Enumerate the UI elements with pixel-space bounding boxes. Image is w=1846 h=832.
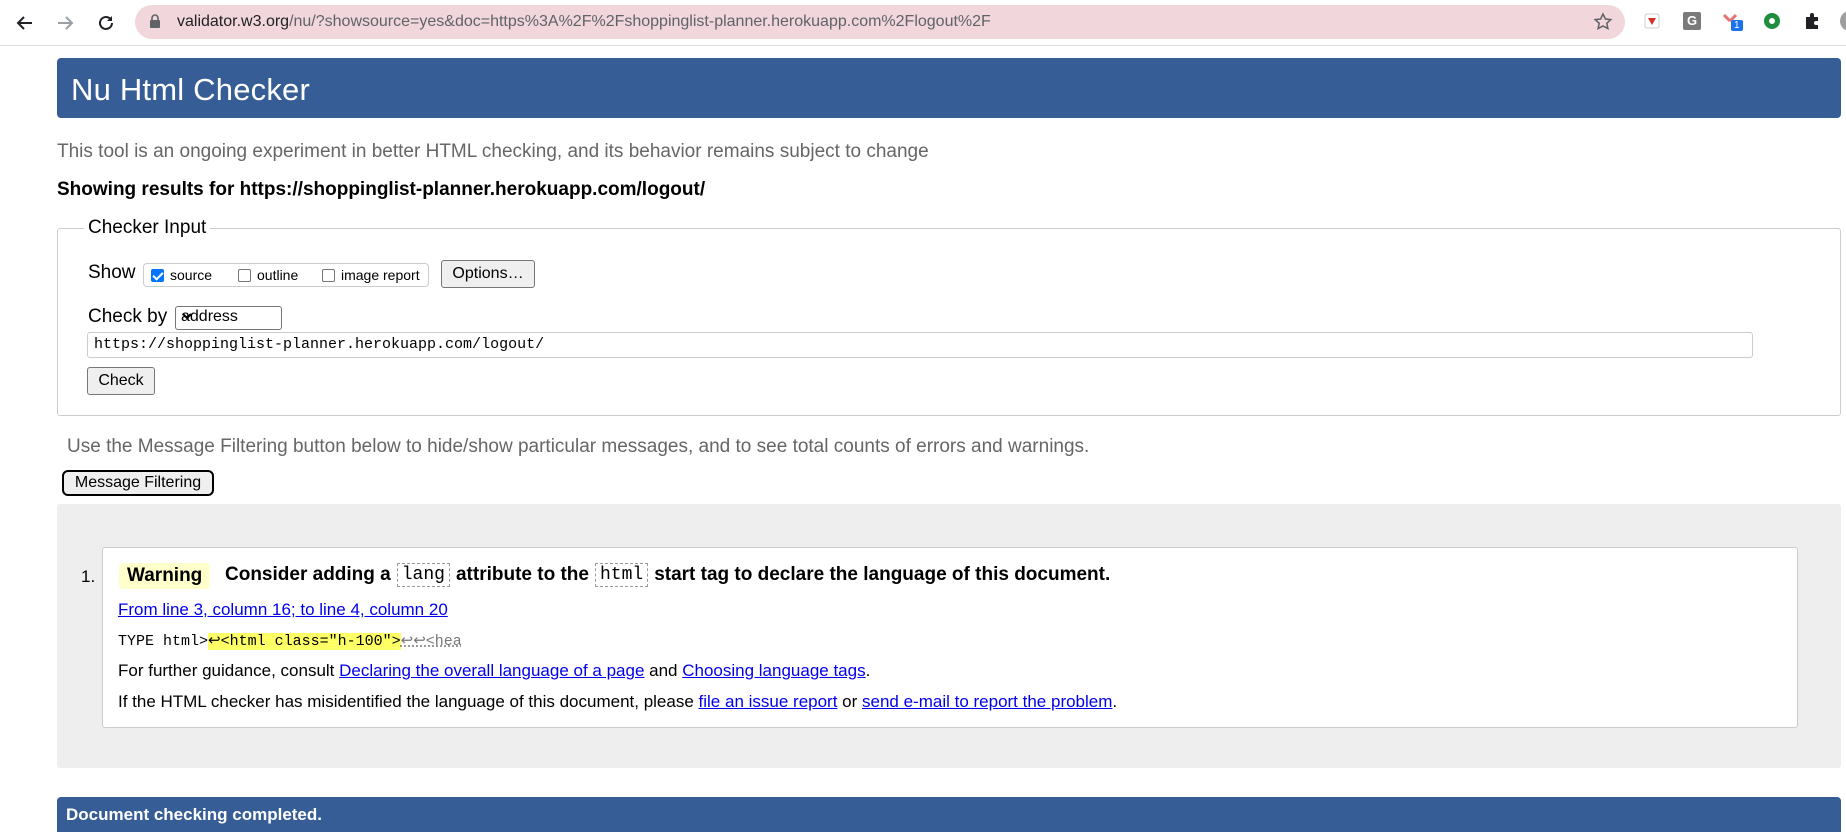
misidentified-text: If the HTML checker has misidentified th… [118, 692, 1117, 712]
page-title: Nu Html Checker [71, 72, 310, 107]
message-number: 1. [81, 567, 96, 586]
extract-post: ↩↩<hea [400, 633, 462, 650]
message-filtering-button[interactable]: Message Filtering [62, 470, 214, 496]
misid-prefix: If the HTML checker has misidentified th… [118, 692, 699, 711]
grammarly-extension-icon[interactable]: G [1681, 10, 1703, 32]
guidance-end: . [865, 661, 871, 680]
issue-report-link[interactable]: file an issue report [699, 692, 838, 711]
image-report-checkbox-box[interactable] [322, 268, 335, 282]
source-checkbox-box[interactable] [151, 268, 164, 282]
outline-checkbox[interactable]: outline [238, 267, 298, 283]
chevron-down-icon [181, 309, 274, 327]
warning-message: Warning Consider adding a lang attribute… [102, 547, 1798, 728]
warning-text-part2: attribute to the [455, 564, 589, 585]
tab-extension-icon[interactable]: 1 [1721, 10, 1743, 32]
check-by-label: Check by [88, 306, 168, 327]
completion-text: Document checking completed. [66, 805, 322, 824]
guidance-prefix: For further guidance, consult [118, 661, 340, 680]
source-checkbox-label: source [170, 267, 213, 283]
avatar[interactable] [1834, 10, 1846, 32]
forward-arrow-icon[interactable] [50, 8, 80, 38]
warning-text-part1: Consider adding a [225, 564, 391, 585]
back-arrow-icon[interactable] [10, 8, 40, 38]
url-host: validator.w3.org [177, 13, 290, 30]
security-extension-icon[interactable] [1761, 10, 1783, 32]
extract-pre: TYPE html> [118, 633, 209, 650]
check-button[interactable]: Check [87, 367, 155, 395]
show-options-group: source outline image report [143, 263, 429, 287]
results-prefix: Showing results for [57, 179, 240, 200]
reload-icon[interactable] [91, 8, 121, 38]
location-link[interactable]: From line 3, column 16; to line 4, colum… [118, 600, 448, 620]
completion-bar: Document checking completed. [57, 797, 1841, 832]
send-email-link[interactable]: send e-mail to report the problem [862, 692, 1112, 711]
html-code: html [594, 563, 649, 587]
guidance-and: and [644, 661, 683, 680]
browser-toolbar: validator.w3.org/nu/?showsource=yes&doc=… [0, 0, 1846, 46]
url-path: /nu/?showsource=yes&doc=https%3A%2F%2Fsh… [289, 13, 991, 30]
misid-or: or [837, 692, 862, 711]
url-text: validator.w3.org/nu/?showsource=yes&doc=… [177, 13, 991, 31]
outline-checkbox-box[interactable] [238, 268, 251, 282]
source-extract: TYPE html>↩<html class="h-100">↩↩<hea [118, 631, 462, 650]
url-input[interactable]: https://shoppinglist-planner.herokuapp.c… [87, 332, 1753, 358]
image-report-checkbox[interactable]: image report [322, 267, 420, 283]
image-report-checkbox-label: image report [341, 267, 420, 283]
checker-input-legend: Checker Input [84, 217, 211, 239]
outline-checkbox-label: outline [257, 267, 299, 283]
warning-text: Consider adding a lang attribute to the … [225, 563, 1110, 587]
check-by-select[interactable]: address [175, 306, 282, 330]
lock-icon [149, 14, 161, 34]
filter-hint: Use the Message Filtering button below t… [67, 436, 1090, 457]
intro-text: This tool is an ongoing experiment in be… [57, 141, 929, 162]
warning-text-part3: start tag to declare the language of thi… [654, 564, 1111, 585]
page-banner: Nu Html Checker [57, 58, 1841, 118]
declaring-language-link[interactable]: Declaring the overall language of a page [339, 661, 644, 680]
grammarly-letter: G [1687, 13, 1698, 28]
options-button[interactable]: Options… [441, 260, 535, 288]
address-bar[interactable]: validator.w3.org/nu/?showsource=yes&doc=… [135, 5, 1625, 39]
lang-code: lang [396, 563, 450, 587]
extension-badge: 1 [1731, 20, 1743, 31]
puzzle-icon[interactable] [1801, 10, 1823, 32]
shield-extension-icon[interactable] [1641, 10, 1663, 32]
star-icon[interactable] [1593, 12, 1613, 37]
results-url: https://shoppinglist-planner.herokuapp.c… [239, 179, 706, 200]
misid-end: . [1112, 692, 1118, 711]
guidance-text: For further guidance, consult Declaring … [118, 661, 870, 681]
url-input-value: https://shoppinglist-planner.herokuapp.c… [94, 336, 545, 353]
checker-input-fieldset: Checker Input Show source outline image … [57, 217, 1841, 416]
extract-highlight: ↩<html class="h-100"> [208, 633, 401, 650]
choosing-tags-link[interactable]: Choosing language tags [682, 661, 865, 680]
source-checkbox[interactable]: source [151, 267, 212, 283]
warning-badge: Warning [119, 563, 211, 589]
show-label: Show [88, 262, 136, 283]
results-heading: Showing results for https://shoppinglist… [57, 179, 705, 201]
